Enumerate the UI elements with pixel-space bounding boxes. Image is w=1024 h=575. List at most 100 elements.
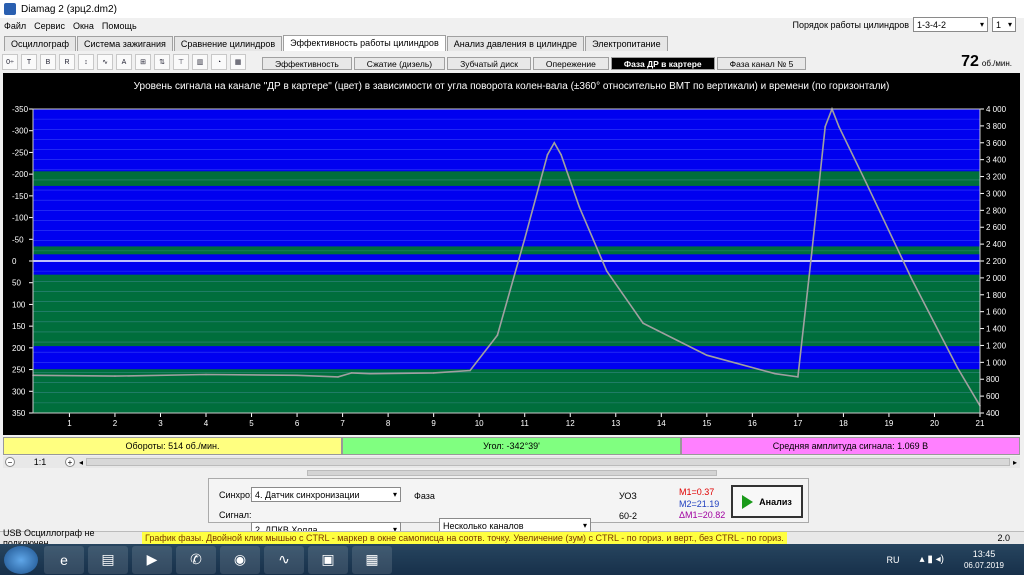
subtab-advance[interactable]: Опережение — [532, 57, 609, 70]
trace-point — [469, 369, 471, 372]
phase-plot[interactable]: Уровень сигнала на канале "ДР в картере"… — [3, 73, 1020, 435]
clock-time: 13:45 — [972, 548, 996, 559]
x-tick-label: 11 — [521, 419, 530, 428]
scale-icon[interactable]: 0÷ — [2, 54, 18, 70]
green-band — [33, 246, 980, 255]
language-indicator[interactable]: RU — [887, 555, 900, 565]
app-icon-2[interactable]: ▣ — [308, 545, 348, 574]
trace-point — [296, 374, 298, 377]
left-tick-label: -150 — [12, 192, 29, 201]
sync-select[interactable]: 4. Датчик синхронизации — [251, 487, 401, 502]
x-tick-label: 16 — [748, 419, 757, 428]
left-tick-label: 0 — [12, 257, 17, 266]
left-tick-label: 150 — [12, 322, 26, 331]
cylinder-order-select[interactable]: 1-3-4-2 — [913, 17, 988, 32]
chrome-icon[interactable]: ◉ — [220, 545, 260, 574]
app-icon-3[interactable]: ▦ — [352, 545, 392, 574]
right-tick-label: 4 000 — [986, 105, 1007, 114]
tab-cylinder-compare[interactable]: Сравнение цилиндров — [173, 36, 283, 51]
cursor-icon[interactable]: ↕ — [78, 54, 94, 70]
tab-oscilloscope[interactable]: Осциллограф — [4, 36, 76, 51]
analyze-label: Анализ — [759, 496, 792, 507]
x-tick-label: 15 — [702, 419, 711, 428]
trace-point — [797, 376, 799, 378]
cylinder-spin[interactable]: 1 — [992, 17, 1016, 32]
menu-file[interactable]: Файл — [4, 21, 26, 31]
scroll-right-icon[interactable]: ▸ — [1013, 458, 1017, 467]
media-icon[interactable]: ▶ — [132, 545, 172, 574]
t-icon[interactable]: T — [21, 54, 37, 70]
cylinders-icon[interactable]: ⊞ — [135, 54, 151, 70]
right-tick-label: 2 800 — [986, 206, 1007, 215]
trace-point — [706, 354, 708, 357]
start-icon[interactable] — [4, 545, 38, 574]
play-icon — [742, 494, 754, 509]
clock[interactable]: 13:45 06.07.2019 — [964, 549, 1004, 571]
speed-readout: Обороты: 514 об./мин. — [3, 437, 342, 455]
tab-cylinder-efficiency[interactable]: Эффективность работы цилиндров — [283, 35, 446, 51]
subtab-efficiency[interactable]: Эффективность — [262, 57, 352, 70]
right-tick-label: 1 200 — [986, 341, 1007, 350]
left-tick-label: 300 — [12, 387, 26, 396]
x-tick-label: 17 — [793, 419, 802, 428]
x-tick-label: 2 — [113, 419, 118, 428]
panel-resize-handle[interactable] — [307, 470, 717, 476]
m1-value: M1=0.37 — [679, 487, 715, 497]
x-tick-label: 9 — [431, 419, 436, 428]
trace-point — [774, 372, 776, 375]
tab-power[interactable]: Электропитание — [585, 36, 668, 51]
x-tick-label: 5 — [249, 419, 254, 428]
subtab-channel5-phase[interactable]: Фаза канал № 5 — [716, 57, 807, 70]
subtab-crankcase-phase[interactable]: Фаза ДР в картере — [610, 57, 715, 70]
trace-point — [824, 125, 827, 128]
right-tick-label: 3 000 — [986, 189, 1007, 198]
wave-icon[interactable]: ∿ — [97, 54, 113, 70]
trace-point — [956, 366, 959, 369]
menu-windows[interactable]: Окна — [73, 21, 94, 31]
trace-point — [810, 254, 813, 256]
b-icon[interactable]: B — [40, 54, 56, 70]
scroll-left-icon[interactable]: ◂ — [79, 458, 83, 467]
left-tick-label: 250 — [12, 366, 26, 375]
trace-point — [910, 278, 913, 280]
subtab-compression[interactable]: Сжатие (дизель) — [353, 57, 446, 70]
tab-ignition[interactable]: Система зажигания — [77, 36, 173, 51]
right-tick-label: 1 800 — [986, 291, 1007, 300]
viber-icon[interactable]: ✆ — [176, 545, 216, 574]
zoom-ratio: 1:1 — [33, 457, 47, 467]
rpm-icon[interactable]: R — [59, 54, 75, 70]
x-tick-label: 18 — [839, 419, 848, 428]
x-tick-label: 12 — [566, 419, 575, 428]
folder-icon[interactable]: ▤ — [88, 545, 128, 574]
zoom-in-icon[interactable]: + — [65, 457, 75, 467]
version: 2.0 — [997, 533, 1010, 543]
subtab-toothed-disk[interactable]: Зубчатый диск — [447, 57, 531, 70]
clock-date: 06.07.2019 — [963, 560, 1004, 570]
rpm-unit: об./мин. — [981, 59, 1012, 68]
tray-icons[interactable]: ▴ ▮ ◂) — [920, 554, 944, 565]
right-tick-label: 2 000 — [986, 274, 1007, 283]
x-tick-label: 19 — [884, 419, 893, 428]
left-tick-label: 100 — [12, 300, 26, 309]
abs-icon[interactable]: A — [116, 54, 132, 70]
controls-panel: Синхро: 4. Датчик синхронизации Сигнал: … — [208, 478, 809, 548]
m2-value: M2=21.19 — [679, 499, 720, 509]
analyze-button[interactable]: Анализ — [731, 485, 803, 518]
zoom-out-icon[interactable]: − — [5, 457, 15, 467]
signal-label: Сигнал: — [219, 510, 252, 520]
horizontal-scrollbar[interactable] — [86, 458, 1010, 466]
filter-icon[interactable]: ⊤ — [173, 54, 189, 70]
diamag-icon[interactable]: ∿ — [264, 545, 304, 574]
bars-icon[interactable]: ▥ — [192, 54, 208, 70]
menu-service[interactable]: Сервис — [34, 21, 65, 31]
plot-canvas[interactable]: -350 -300 -250 -200 -150 -100 -50 0 50 100 150 200 2… — [3, 73, 1020, 435]
right-tick-label: 3 200 — [986, 173, 1007, 182]
gauge-icon[interactable]: ◔ — [211, 54, 227, 70]
grid-icon[interactable]: ▦ — [230, 54, 246, 70]
menu-help[interactable]: Помощь — [102, 21, 137, 31]
ie-icon[interactable]: e — [44, 545, 84, 574]
trace-point — [496, 334, 499, 336]
tab-pressure-analysis[interactable]: Анализ давления в цилиндре — [446, 36, 585, 51]
taskbar: e ▤ ▶ ✆ ◉ ∿ ▣ ▦ RU ▴ ▮ ◂) 13:45 06.07.20… — [0, 544, 1024, 575]
sync-icon[interactable]: ⇅ — [154, 54, 170, 70]
